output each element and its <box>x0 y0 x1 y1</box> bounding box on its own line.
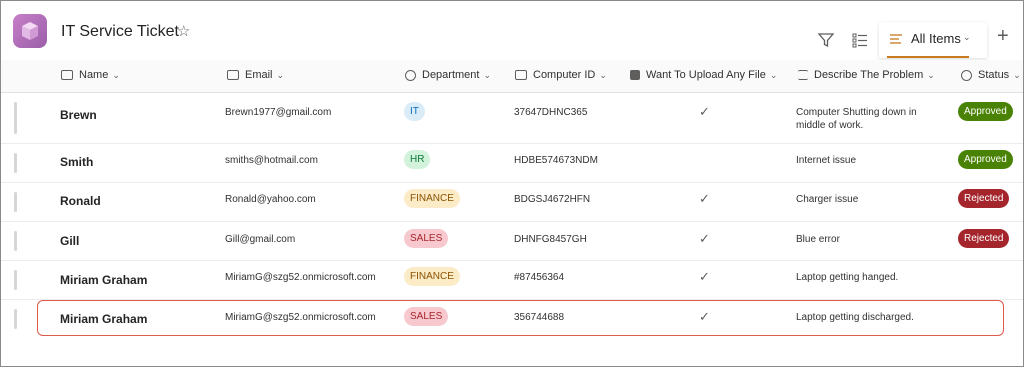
row-select-handle[interactable] <box>14 231 17 251</box>
column-label: Want To Upload Any File <box>646 69 766 81</box>
multiline-column-icon <box>798 70 808 81</box>
chevron-down-icon: ⌄ <box>112 70 120 80</box>
column-header-email[interactable]: Email ⌄ <box>227 69 284 81</box>
cell-computer-id: #87456364 <box>514 272 565 283</box>
row-select-handle[interactable] <box>14 192 17 212</box>
text-column-icon <box>515 70 527 81</box>
cell-email: Gill@gmail.com <box>225 234 296 245</box>
list-header: IT Service Ticket ☆ All Items ⌄ + <box>1 1 1023 59</box>
cell-email: smiths@hotmail.com <box>225 155 318 166</box>
department-pill: SALES <box>404 229 449 248</box>
add-view-icon[interactable]: + <box>997 25 1009 48</box>
department-pill: HR <box>404 150 431 169</box>
cell-problem: Computer Shutting down in middle of work… <box>796 107 917 131</box>
text-column-icon <box>227 70 239 81</box>
cell-email: Brewn1977@gmail.com <box>225 107 332 118</box>
chevron-down-icon: ⌄ <box>963 32 971 42</box>
department-pill: FINANCE <box>404 267 460 286</box>
status-badge: Rejected <box>958 229 1010 248</box>
cell-computer-id: HDBE574673NDM <box>514 155 598 166</box>
chevron-down-icon: ⌄ <box>483 70 492 80</box>
table-row[interactable]: Ronald Ronald@yahoo.com FINANCE BDGSJ467… <box>1 183 1023 222</box>
table-row[interactable]: Gill Gill@gmail.com SALES DHNFG8457GH ✓ … <box>1 222 1023 261</box>
cell-email: MiriamG@szg52.onmicrosoft.com <box>225 272 376 283</box>
cell-computer-id: DHNFG8457GH <box>514 234 587 245</box>
edit-view-icon[interactable] <box>851 31 869 49</box>
row-select-handle[interactable] <box>14 102 17 134</box>
table-row[interactable]: Miriam Graham MiriamG@szg52.onmicrosoft.… <box>1 261 1023 300</box>
cell-name[interactable]: Brewn <box>60 108 97 122</box>
column-label: Status <box>978 69 1010 81</box>
column-header-name[interactable]: Name ⌄ <box>61 69 120 81</box>
department-pill: IT <box>404 102 425 121</box>
cell-computer-id: 37647DHNC365 <box>514 107 588 118</box>
cell-name[interactable]: Smith <box>60 155 93 169</box>
view-selector-label: All Items <box>911 31 961 46</box>
status-badge: Approved <box>958 150 1013 169</box>
list-title: IT Service Ticket <box>61 23 179 40</box>
column-header-upload[interactable]: Want To Upload Any File ⌄ <box>630 69 777 81</box>
cell-problem: Internet issue <box>796 155 857 166</box>
list-logo-icon <box>13 14 47 48</box>
chevron-down-icon: ⌄ <box>1013 70 1021 80</box>
row-select-handle[interactable] <box>14 309 17 329</box>
column-label: Computer ID <box>533 69 596 81</box>
chevron-down-icon: ⌄ <box>927 70 935 80</box>
column-label: Email <box>245 69 273 81</box>
cell-name[interactable]: Miriam Graham <box>60 273 147 287</box>
chevron-down-icon: ⌄ <box>599 70 607 80</box>
department-pill: FINANCE <box>404 189 460 208</box>
text-column-icon <box>61 70 73 81</box>
column-header-problem[interactable]: Describe The Problem ⌄ <box>798 69 935 81</box>
row-select-handle[interactable] <box>14 270 17 290</box>
cell-computer-id: BDGSJ4672HFN <box>514 194 591 205</box>
table-row[interactable]: Brewn Brewn1977@gmail.com IT 37647DHNC36… <box>1 93 1023 144</box>
filter-icon[interactable] <box>817 31 835 49</box>
cell-problem: Laptop getting hanged. <box>796 272 899 283</box>
cell-email: Ronald@yahoo.com <box>225 194 316 205</box>
chevron-down-icon: ⌄ <box>276 70 285 80</box>
column-label: Department <box>422 69 480 81</box>
cell-problem: Blue error <box>796 234 840 245</box>
status-badge: Approved <box>958 102 1013 121</box>
checkmark-icon: ✓ <box>699 231 710 246</box>
cell-name[interactable]: Ronald <box>60 194 101 208</box>
favorite-star-icon[interactable]: ☆ <box>177 22 190 40</box>
column-label: Describe The Problem <box>814 69 924 81</box>
checkmark-icon: ✓ <box>699 104 710 119</box>
cell-problem: Charger issue <box>796 194 859 205</box>
table-row[interactable]: Smith smiths@hotmail.com HR HDBE574673ND… <box>1 144 1023 183</box>
choice-column-icon <box>405 69 416 81</box>
column-header-department[interactable]: Department ⌄ <box>405 69 491 81</box>
view-selector-tab[interactable]: All Items ⌄ <box>879 22 987 58</box>
row-highlight-outline <box>37 300 1004 336</box>
list-view-icon <box>890 34 902 44</box>
choice-column-icon <box>961 69 972 81</box>
yesno-column-icon <box>630 70 640 81</box>
column-header-status[interactable]: Status ⌄ <box>961 69 1021 81</box>
column-label: Name <box>79 69 109 81</box>
checkmark-icon: ✓ <box>699 269 710 284</box>
checkmark-icon: ✓ <box>699 191 710 206</box>
row-select-handle[interactable] <box>14 153 17 173</box>
status-badge: Rejected <box>958 189 1010 208</box>
column-header-computer-id[interactable]: Computer ID ⌄ <box>515 69 607 81</box>
cell-name[interactable]: Gill <box>60 234 79 248</box>
column-header-row: Name ⌄ Email ⌄ Department ⌄ Computer ID ⌄ Wa… <box>1 60 1023 93</box>
active-view-underline <box>887 56 969 58</box>
chevron-down-icon: ⌄ <box>769 70 778 80</box>
